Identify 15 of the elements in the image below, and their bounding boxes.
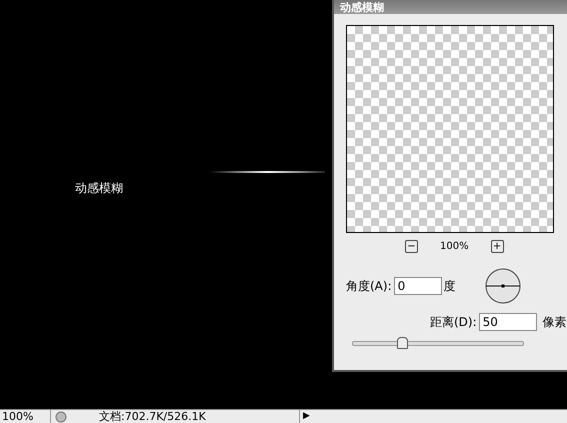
angle-unit: 度 [444,278,456,294]
distance-label: 距离(D): [430,314,477,330]
dialog-title: 动感模糊 [340,2,384,14]
angle-dial-icon[interactable] [484,267,522,305]
zoom-in-button[interactable]: + [490,240,504,253]
angle-field[interactable]: 0 [394,277,442,295]
zoom-level: 100% [440,241,469,252]
distance-unit: 像素 [542,314,567,330]
zoom-field[interactable]: 100% [0,410,51,423]
angle-label: 角度(A): [346,278,392,294]
distance-slider-thumb[interactable] [396,337,408,349]
zoom-out-button[interactable]: − [405,240,418,253]
document-size: 文档:702.7K/526.1K [98,410,207,423]
distance-field[interactable]: 50 [478,313,537,331]
canvas-caption: 动感模糊 [75,180,123,197]
